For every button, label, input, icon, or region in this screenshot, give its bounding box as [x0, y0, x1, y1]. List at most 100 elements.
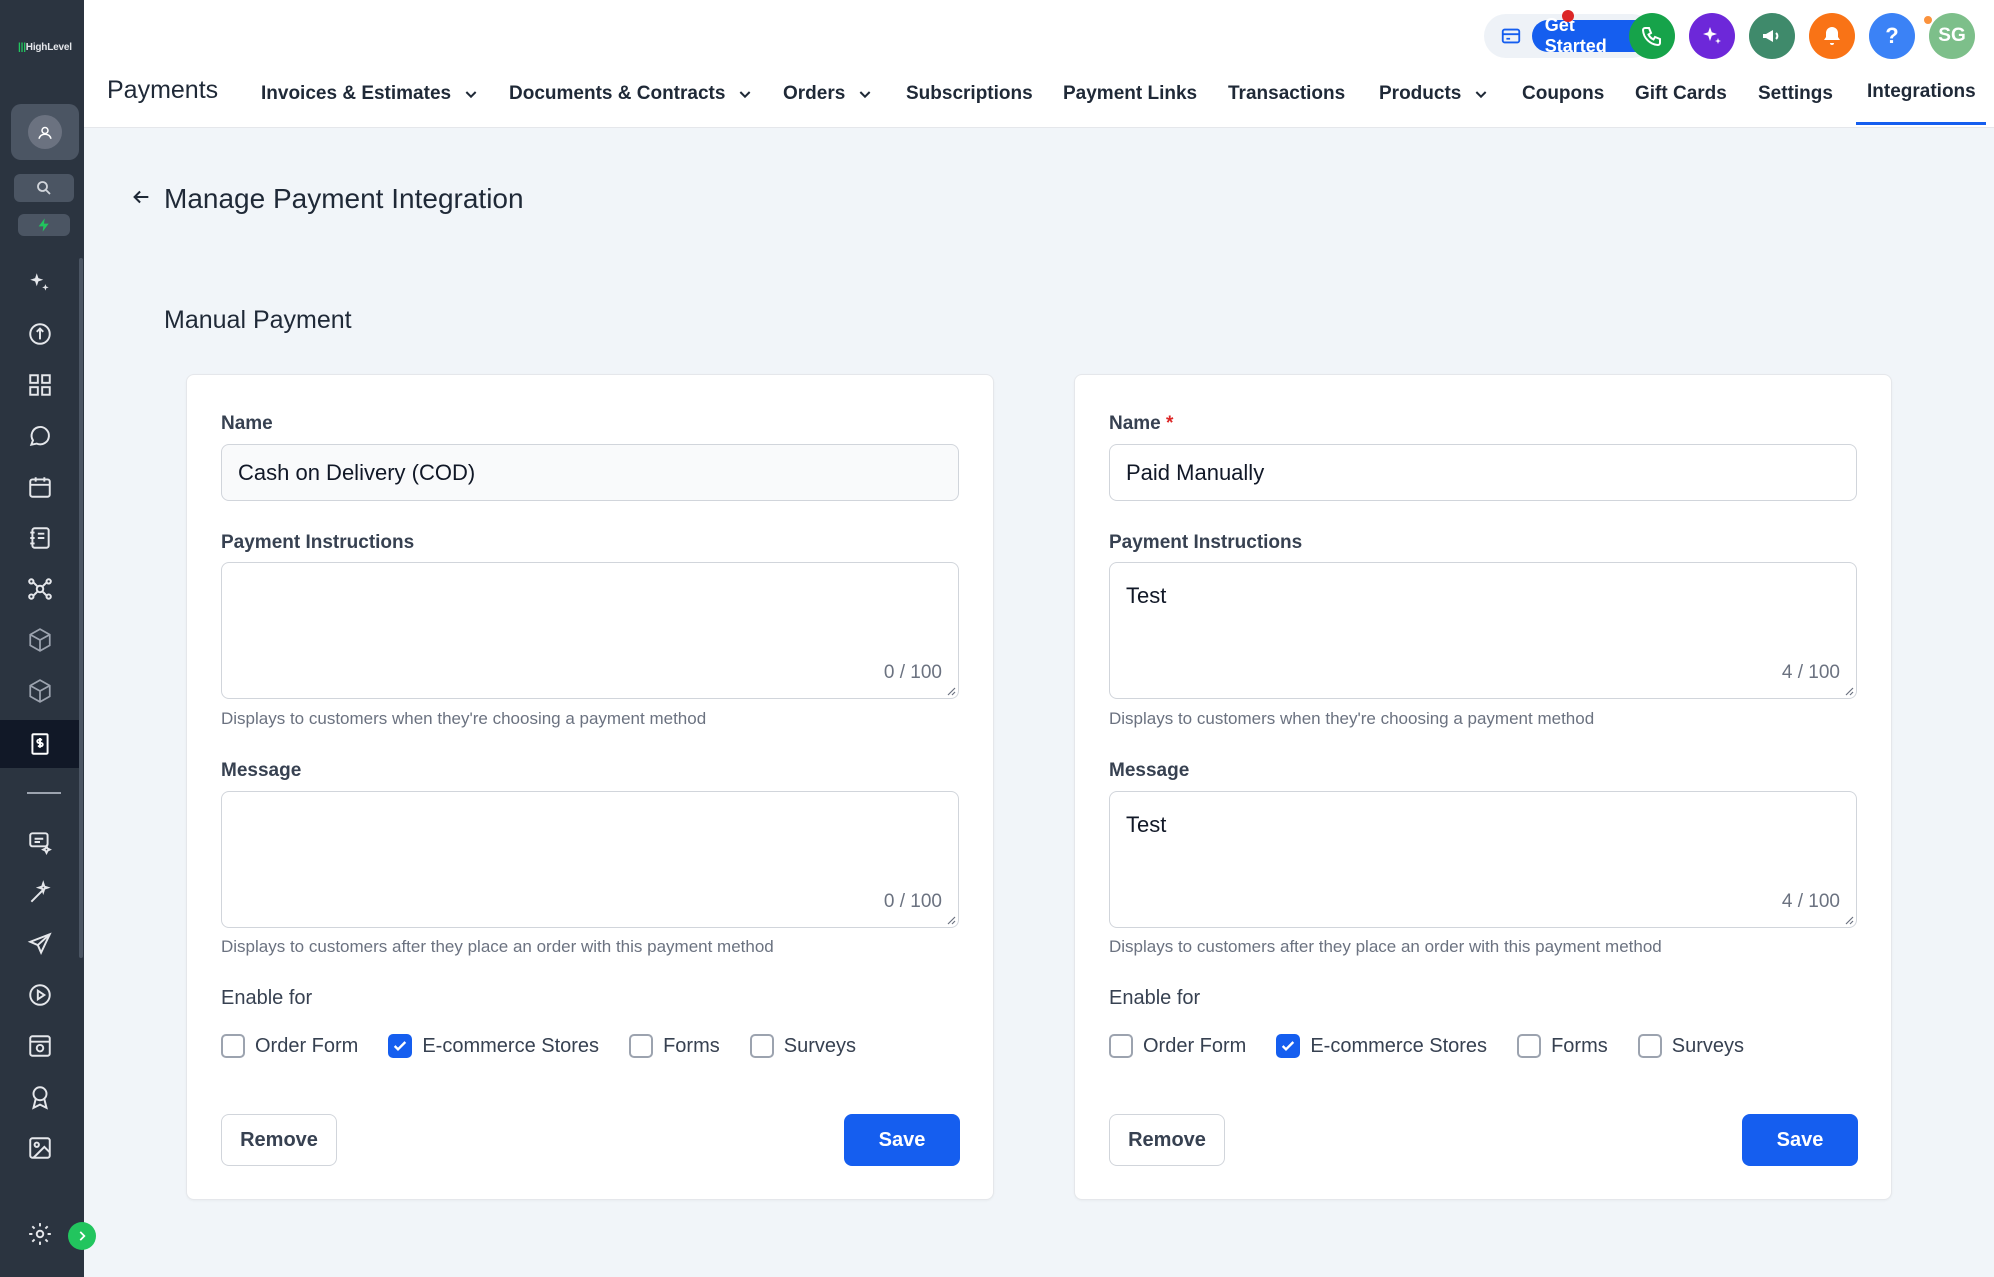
- checkbox-forms[interactable]: Forms: [629, 1034, 720, 1058]
- save-button[interactable]: Save: [1742, 1114, 1858, 1166]
- payment-instructions-textarea[interactable]: Test 4 / 100: [1109, 562, 1857, 699]
- checkbox-forms[interactable]: Forms: [1517, 1034, 1608, 1058]
- tab-gift-cards[interactable]: Gift Cards: [1635, 83, 1727, 105]
- tab-orders[interactable]: Orders: [783, 83, 873, 105]
- gear-icon: [28, 1223, 51, 1245]
- resize-handle-icon[interactable]: [1844, 915, 1854, 925]
- ai-assistant-button[interactable]: [1689, 13, 1735, 59]
- magic-icon: [30, 880, 51, 903]
- checkbox-surveys[interactable]: Surveys: [749, 1034, 856, 1058]
- sidebar-item-objects[interactable]: [0, 616, 79, 664]
- user-avatar[interactable]: SG: [1929, 13, 1975, 59]
- sidebar-item-media-storage[interactable]: [0, 1124, 79, 1172]
- checkbox-box[interactable]: [221, 1034, 245, 1058]
- notifications-button[interactable]: [1809, 13, 1855, 59]
- tab-label: Subscriptions: [906, 83, 1033, 104]
- tab-invoices-estimates[interactable]: Invoices & Estimates: [261, 83, 479, 105]
- calendar-icon: [28, 477, 51, 498]
- resize-handle-icon[interactable]: [946, 915, 956, 925]
- brand-logo: |||HighLevel: [18, 42, 72, 53]
- help-button[interactable]: ?: [1869, 13, 1915, 59]
- sidebar-item-reputation[interactable]: [0, 1073, 79, 1121]
- checkbox-label: Order Form: [1143, 1034, 1247, 1057]
- sidebar-item-ai-agents[interactable]: [0, 818, 79, 866]
- remove-button[interactable]: Remove: [221, 1114, 337, 1166]
- payment-method-card-paid-manually: Name * Paid Manually Payment Instruction…: [1074, 374, 1892, 1200]
- sidebar-item-calendars[interactable]: [0, 463, 79, 511]
- tab-coupons[interactable]: Coupons: [1522, 83, 1604, 105]
- enable-for-label: Enable for: [1109, 987, 1201, 1009]
- network-icon: [27, 578, 52, 600]
- ai-chat-icon: [28, 832, 52, 855]
- character-count: 4 / 100: [1781, 662, 1840, 683]
- checkmark-icon: [1282, 1041, 1295, 1051]
- tab-label: Products: [1379, 83, 1462, 104]
- required-indicator: *: [1166, 413, 1174, 434]
- sidebar-item-dashboard[interactable]: [0, 361, 79, 409]
- tab-label: Documents & Contracts: [509, 83, 726, 104]
- checkbox-label: Order Form: [255, 1034, 359, 1057]
- save-button[interactable]: Save: [844, 1114, 960, 1166]
- sidebar-item-opportunities[interactable]: [0, 565, 79, 613]
- name-input[interactable]: Cash on Delivery (COD): [221, 444, 959, 501]
- message-textarea[interactable]: Test 4 / 100: [1109, 791, 1857, 928]
- back-arrow-icon[interactable]: [130, 186, 152, 208]
- checkbox-box[interactable]: [1637, 1034, 1662, 1058]
- checkbox-box[interactable]: [1109, 1034, 1133, 1058]
- tab-settings[interactable]: Settings: [1758, 83, 1833, 105]
- sidebar-item-payments[interactable]: [0, 720, 79, 768]
- checkbox-surveys[interactable]: Surveys: [1637, 1034, 1744, 1058]
- sidebar-item-launchpad[interactable]: [0, 310, 79, 358]
- sidebar-item-media[interactable]: [0, 971, 79, 1019]
- enable-for-options: Order Form E-commerce Stores Forms Surve…: [1109, 1034, 1774, 1058]
- message-textarea[interactable]: 0 / 100: [221, 791, 959, 928]
- sidebar-item-objects-2[interactable]: [0, 667, 79, 715]
- checkbox-order-form[interactable]: Order Form: [1109, 1034, 1246, 1058]
- phone-button[interactable]: [1629, 13, 1675, 59]
- checkbox-label: Surveys: [783, 1034, 856, 1057]
- remove-button[interactable]: Remove: [1109, 1114, 1225, 1166]
- send-icon: [27, 932, 52, 956]
- checkbox-box[interactable]: [1276, 1034, 1301, 1058]
- checkbox-ecommerce-stores[interactable]: E-commerce Stores: [388, 1034, 599, 1058]
- chevron-right-icon: [79, 1231, 86, 1241]
- checkbox-box[interactable]: [1517, 1034, 1542, 1058]
- website-icon: [28, 1035, 51, 1057]
- sidebar-item-automation[interactable]: [0, 869, 79, 917]
- tab-products[interactable]: Products: [1379, 83, 1489, 105]
- message-label: Message: [221, 760, 302, 781]
- checkbox-box[interactable]: [749, 1034, 774, 1058]
- sidebar-expand-button[interactable]: [68, 1222, 96, 1250]
- checkbox-order-form[interactable]: Order Form: [221, 1034, 358, 1058]
- tab-integrations[interactable]: Integrations: [1867, 81, 1976, 103]
- account-switcher[interactable]: [11, 104, 79, 160]
- sidebar-item-conversations[interactable]: [0, 412, 79, 460]
- quick-actions[interactable]: [18, 214, 70, 236]
- announcements-button[interactable]: [1749, 13, 1795, 59]
- payment-instructions-help: Displays to customers when they're choos…: [221, 709, 707, 728]
- resize-handle-icon[interactable]: [946, 686, 956, 696]
- message-help: Displays to customers after they place a…: [221, 937, 774, 956]
- sidebar-item-contacts[interactable]: [0, 514, 79, 562]
- checkbox-label: Surveys: [1671, 1034, 1744, 1057]
- checkbox-box[interactable]: [388, 1034, 413, 1058]
- checkbox-box[interactable]: [629, 1034, 654, 1058]
- payment-instructions-textarea[interactable]: 0 / 100: [221, 562, 959, 699]
- tab-transactions[interactable]: Transactions: [1228, 83, 1345, 105]
- enable-for-label: Enable for: [221, 987, 313, 1009]
- sidebar-scrollbar[interactable]: [79, 258, 83, 958]
- grid-icon: [28, 374, 51, 396]
- tab-subscriptions[interactable]: Subscriptions: [906, 83, 1033, 105]
- sidebar-item-sites[interactable]: [0, 1022, 79, 1070]
- sidebar-item-marketing[interactable]: [0, 920, 79, 968]
- character-count: 4 / 100: [1781, 891, 1840, 912]
- checkbox-label: Forms: [1551, 1034, 1608, 1057]
- sidebar-search[interactable]: [14, 174, 74, 202]
- checkbox-ecommerce-stores[interactable]: E-commerce Stores: [1276, 1034, 1487, 1058]
- sidebar-item-ai[interactable]: [0, 259, 79, 307]
- name-input[interactable]: Paid Manually: [1109, 444, 1857, 501]
- resize-handle-icon[interactable]: [1844, 686, 1854, 696]
- tab-payment-links[interactable]: Payment Links: [1063, 83, 1197, 105]
- textarea-value: Test: [1126, 583, 1167, 608]
- tab-documents-contracts[interactable]: Documents & Contracts: [509, 83, 753, 105]
